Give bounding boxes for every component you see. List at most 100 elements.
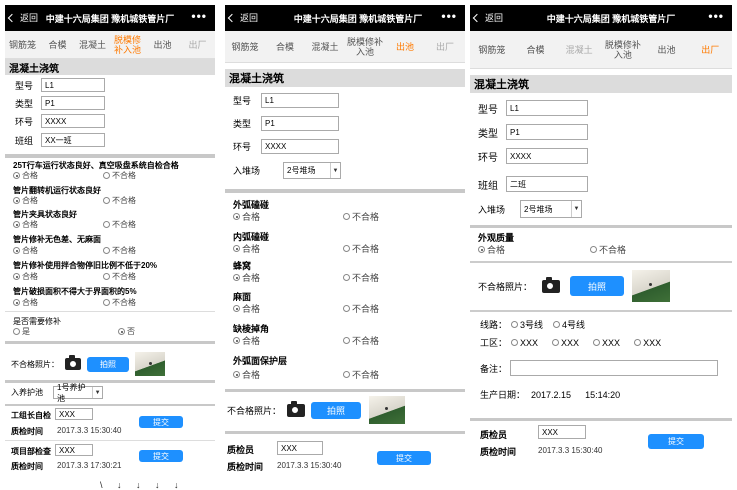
radio-fail[interactable]: 不合格 <box>343 302 379 315</box>
radio-pass[interactable]: 合格 <box>233 271 343 284</box>
ring-input[interactable]: XXXX <box>506 148 588 164</box>
team-input[interactable]: 二班 <box>506 176 588 192</box>
tab-demold-repair[interactable]: 脱模修补入池 <box>110 31 145 58</box>
model-input[interactable]: L1 <box>261 93 339 108</box>
radio-pass[interactable]: 合格 <box>233 210 343 223</box>
check-options: 合格 不合格 <box>233 271 379 284</box>
radio-line-4[interactable]: 4号线 <box>553 318 585 331</box>
note-input[interactable] <box>510 360 718 376</box>
radio-dot <box>593 339 601 346</box>
radio-fail[interactable]: 不合格 <box>343 242 379 255</box>
date-value: 2017.2.15 <box>531 389 572 400</box>
inspector-label: 质检员 <box>227 445 255 455</box>
radio-pass[interactable]: 合格 <box>13 170 103 181</box>
tab-out-pool[interactable]: 出池 <box>145 31 180 58</box>
radio-fail[interactable]: 不合格 <box>590 243 626 256</box>
submit-button[interactable]: 提交 <box>139 416 183 428</box>
inspector-input[interactable]: XXX <box>277 441 323 455</box>
app-title: 中建十六局集团 豫机城铁管片厂 <box>293 14 423 24</box>
yard-select[interactable]: 2号堆场 ▼ <box>520 200 582 218</box>
inspector-input[interactable]: XXX <box>538 425 586 439</box>
team-input[interactable]: XX一班 <box>41 133 105 147</box>
tab-out-factory[interactable]: 出厂 <box>180 31 215 58</box>
radio-fail[interactable]: 不合格 <box>103 245 136 256</box>
radio-line-3[interactable]: 3号线 <box>511 318 543 331</box>
field-ring: 环号 XXXX <box>15 114 105 128</box>
camera-icon[interactable] <box>287 400 306 417</box>
tab-out-pool[interactable]: 出池 <box>385 31 425 62</box>
tab-demold-repair[interactable]: 脱模修补入池 <box>345 31 385 62</box>
tab-rebar-cage[interactable]: 钢筋笼 <box>5 31 40 58</box>
check-options: 合格 不合格 <box>233 210 379 223</box>
radio-fail[interactable]: 不合格 <box>103 195 136 206</box>
radio-fail[interactable]: 不合格 <box>103 271 136 282</box>
photo-thumbnail[interactable] <box>632 270 671 302</box>
model-input[interactable]: L1 <box>506 100 588 116</box>
radio-dot <box>553 321 561 328</box>
tab-demold-repair[interactable]: 脱模修补入池 <box>601 31 645 68</box>
radio-site[interactable]: XXX <box>511 338 538 348</box>
radio-dot <box>13 299 20 306</box>
more-icon[interactable]: ••• <box>191 9 207 23</box>
radio-repair-no[interactable]: 否 <box>118 326 135 337</box>
divider <box>470 310 732 312</box>
ring-input[interactable]: XXXX <box>261 139 339 154</box>
photo-thumbnail[interactable] <box>369 396 406 424</box>
more-icon[interactable]: ••• <box>441 9 457 23</box>
tab-out-factory[interactable]: 出厂 <box>425 31 465 62</box>
tab-out-factory[interactable]: 出厂 <box>688 31 732 68</box>
radio-site[interactable]: XXX <box>552 338 579 348</box>
radio-pass[interactable]: 合格 <box>13 297 103 308</box>
type-input[interactable]: P1 <box>41 96 105 110</box>
radio-fail[interactable]: 不合格 <box>343 210 379 223</box>
model-input[interactable]: L1 <box>41 78 105 92</box>
radio-pass[interactable]: 合格 <box>233 302 343 315</box>
tab-rebar-cage[interactable]: 钢筋笼 <box>470 31 514 68</box>
tab-concrete[interactable]: 混凝土 <box>557 31 601 68</box>
submit-button[interactable]: 提交 <box>648 434 704 449</box>
radio-fail[interactable]: 不合格 <box>343 271 379 284</box>
radio-pass[interactable]: 合格 <box>233 334 343 347</box>
radio-pass[interactable]: 合格 <box>13 245 103 256</box>
camera-icon[interactable] <box>542 276 561 293</box>
camera-icon[interactable] <box>65 355 81 370</box>
take-photo-button[interactable]: 拍照 <box>87 356 129 372</box>
radio-fail[interactable]: 不合格 <box>343 334 379 347</box>
type-input[interactable]: P1 <box>261 116 339 131</box>
take-photo-button[interactable]: 拍照 <box>311 401 362 419</box>
ring-input[interactable]: XXXX <box>41 114 105 128</box>
tab-mold[interactable]: 合模 <box>265 31 305 62</box>
tab-out-pool[interactable]: 出池 <box>645 31 689 68</box>
yard-select[interactable]: 2号堆场 ▼ <box>283 162 341 179</box>
tab-mold[interactable]: 合模 <box>40 31 75 58</box>
tab-concrete[interactable]: 混凝土 <box>75 31 110 58</box>
radio-pass[interactable]: 合格 <box>13 271 103 282</box>
radio-pass[interactable]: 合格 <box>233 368 343 381</box>
tab-concrete[interactable]: 混凝土 <box>305 31 345 62</box>
radio-pass[interactable]: 合格 <box>13 219 103 230</box>
more-icon[interactable]: ••• <box>708 9 724 23</box>
radio-repair-yes[interactable]: 是 <box>13 326 118 337</box>
radio-site[interactable]: XXX <box>634 338 661 348</box>
type-input[interactable]: P1 <box>506 124 588 140</box>
photo-row: 不合格照片： 拍照 <box>11 352 165 376</box>
radio-site[interactable]: XXX <box>593 338 620 348</box>
radio-fail[interactable]: 不合格 <box>103 219 136 230</box>
tab-rebar-cage[interactable]: 钢筋笼 <box>225 31 265 62</box>
radio-pass[interactable]: 合格 <box>478 243 590 256</box>
sign-input[interactable]: XXX <box>55 444 93 456</box>
pool-select[interactable]: 1号养护池 ▼ <box>53 383 103 403</box>
submit-button[interactable]: 提交 <box>139 450 183 462</box>
photo-thumbnail[interactable] <box>135 352 165 376</box>
radio-fail[interactable]: 不合格 <box>343 368 379 381</box>
divider <box>225 189 465 193</box>
submit-button[interactable]: 提交 <box>377 451 431 465</box>
radio-fail[interactable]: 不合格 <box>103 170 136 181</box>
radio-pass[interactable]: 合格 <box>13 195 103 206</box>
take-photo-button[interactable]: 拍照 <box>570 276 625 296</box>
radio-pass[interactable]: 合格 <box>233 242 343 255</box>
radio-fail[interactable]: 不合格 <box>103 297 136 308</box>
tab-mold[interactable]: 合模 <box>514 31 558 68</box>
radio-dot <box>13 221 20 228</box>
sign-input[interactable]: XXX <box>55 408 93 420</box>
